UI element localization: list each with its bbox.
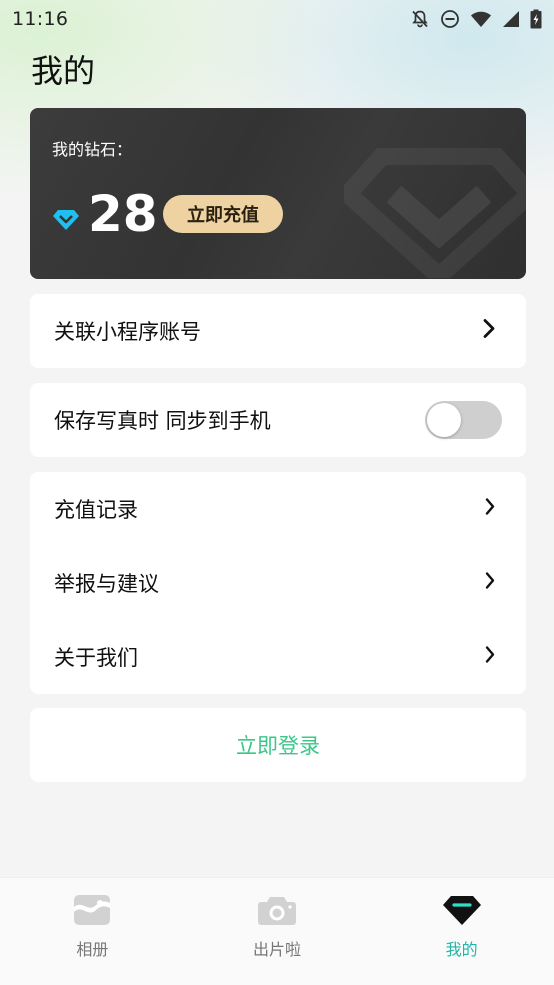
nav-label: 出片啦 bbox=[253, 940, 302, 959]
sync-panel: 保存写真时 同步到手机 bbox=[30, 383, 526, 457]
wifi-icon bbox=[470, 10, 492, 28]
page-title: 我的 bbox=[31, 52, 96, 90]
menu-panel: 充值记录 举报与建议 关于我们 bbox=[30, 472, 526, 694]
nav-item-mine[interactable]: 我的 bbox=[369, 878, 554, 985]
diamond-balance-label: 我的钻石： bbox=[52, 140, 133, 159]
diamond-card: 我的钻石： 28 立即充值 bbox=[30, 108, 526, 279]
nav-item-album[interactable]: 相册 bbox=[0, 878, 185, 985]
diamond-count: 28 bbox=[88, 185, 158, 243]
nav-item-photos-ready[interactable]: 出片啦 bbox=[185, 878, 370, 985]
menu-item-report-suggestions[interactable]: 举报与建议 bbox=[30, 546, 526, 620]
recharge-button[interactable]: 立即充值 bbox=[163, 195, 283, 233]
chevron-right-icon bbox=[482, 318, 496, 345]
diamond-gem-icon bbox=[52, 208, 80, 236]
diamond-watermark-icon bbox=[335, 147, 526, 279]
bottom-nav: 相册 出片啦 我的 bbox=[0, 877, 554, 985]
status-bar: 11:16 bbox=[0, 0, 554, 38]
sync-to-phone-toggle[interactable] bbox=[425, 401, 502, 439]
chevron-right-icon bbox=[484, 497, 496, 522]
do-not-disturb-icon bbox=[440, 9, 460, 29]
menu-item-label: 充值记录 bbox=[54, 498, 138, 522]
album-icon bbox=[73, 894, 111, 930]
chevron-right-icon bbox=[484, 645, 496, 670]
diamond-icon bbox=[442, 894, 482, 930]
nav-label: 相册 bbox=[76, 940, 109, 959]
nav-label: 我的 bbox=[445, 940, 478, 959]
link-mini-program-row[interactable]: 关联小程序账号 bbox=[30, 294, 526, 368]
login-panel: 立即登录 bbox=[30, 708, 526, 782]
menu-item-about-us[interactable]: 关于我们 bbox=[30, 620, 526, 694]
menu-item-label: 关于我们 bbox=[54, 646, 138, 670]
battery-charging-icon bbox=[530, 9, 542, 29]
login-button[interactable]: 立即登录 bbox=[30, 708, 526, 782]
bell-off-icon bbox=[410, 9, 430, 29]
camera-icon bbox=[257, 894, 297, 930]
chevron-right-icon bbox=[484, 571, 496, 596]
signal-icon bbox=[502, 10, 520, 28]
link-account-panel: 关联小程序账号 bbox=[30, 294, 526, 368]
menu-item-label: 举报与建议 bbox=[54, 572, 159, 596]
status-icons bbox=[410, 9, 542, 29]
link-mini-program-label: 关联小程序账号 bbox=[54, 320, 201, 344]
sync-to-phone-row: 保存写真时 同步到手机 bbox=[30, 383, 526, 457]
sync-to-phone-label: 保存写真时 同步到手机 bbox=[54, 409, 271, 433]
menu-item-recharge-records[interactable]: 充值记录 bbox=[30, 472, 526, 546]
status-time: 11:16 bbox=[12, 8, 69, 30]
toggle-knob bbox=[427, 403, 461, 437]
